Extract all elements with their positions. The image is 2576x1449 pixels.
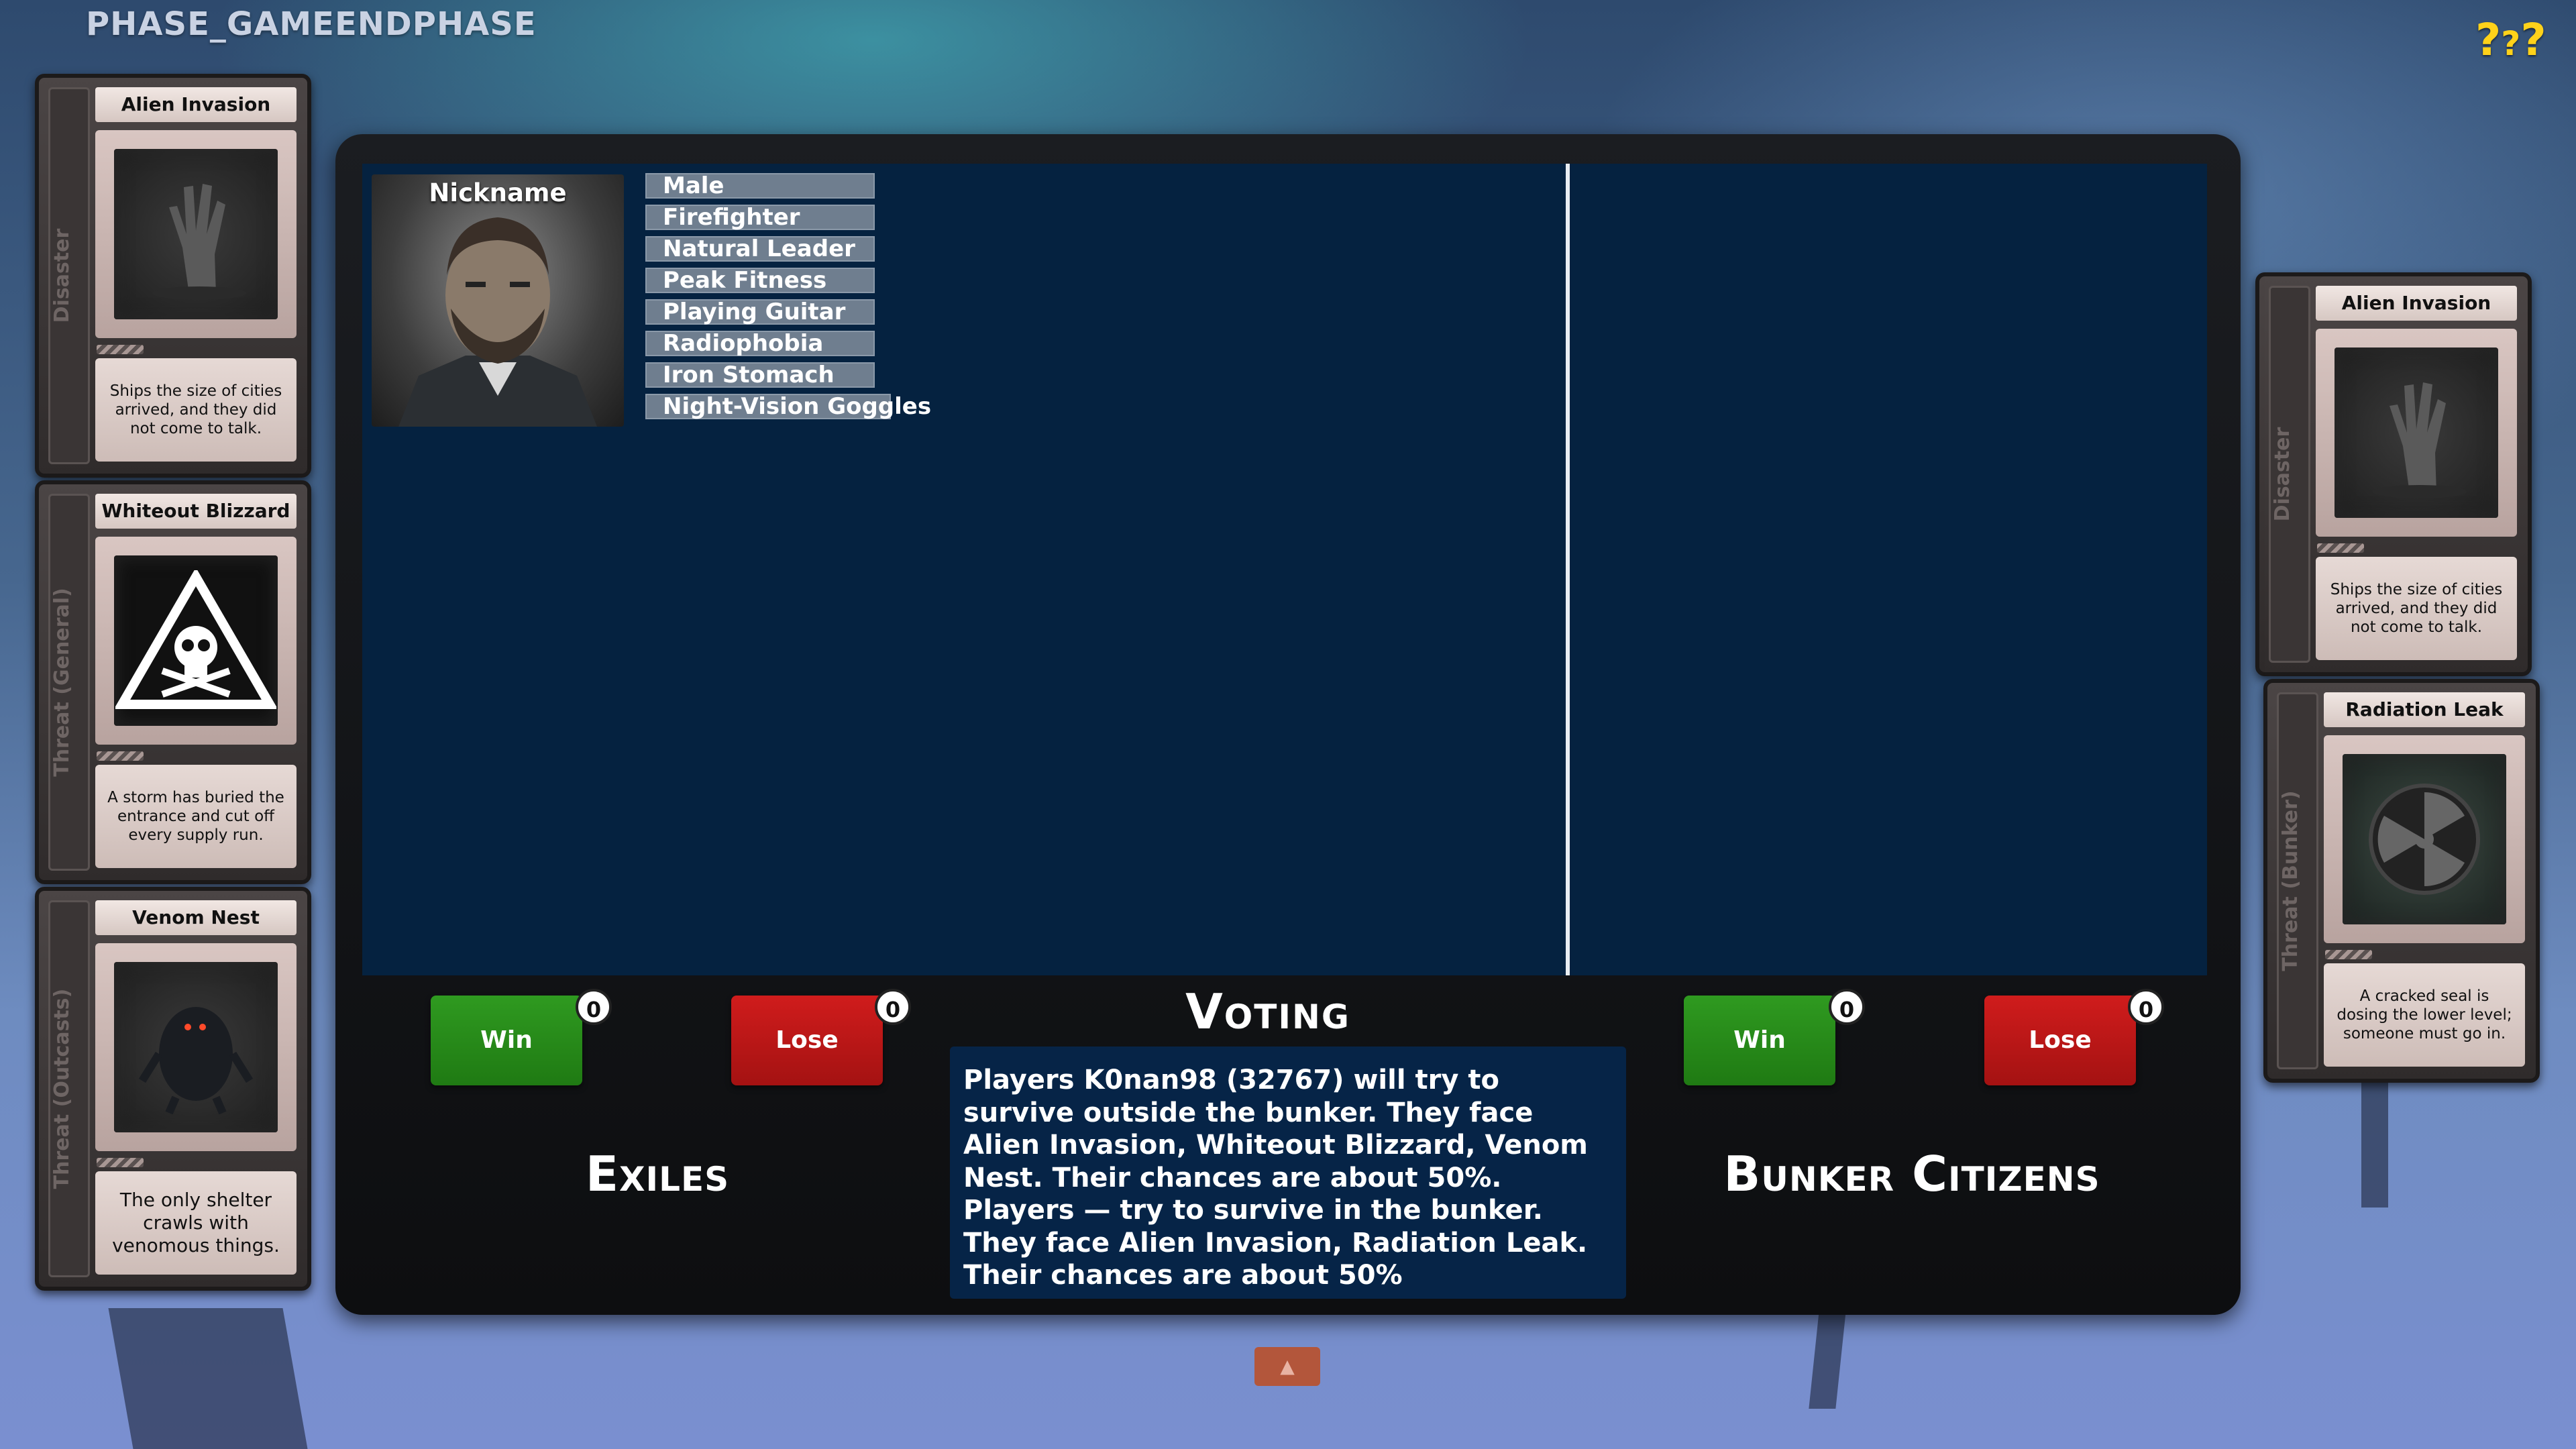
team-divider	[1566, 164, 1570, 975]
card-description: The only shelter crawls with venomous th…	[95, 1171, 297, 1275]
card-spine: Threat (Bunker)	[2277, 692, 2318, 1069]
zombie-hand-icon	[152, 184, 246, 300]
trait-personality: Natural Leader	[645, 236, 875, 262]
trait-item: Night-Vision Goggles	[645, 394, 931, 419]
monster-icon	[138, 1007, 254, 1114]
player-portrait: Nickname	[372, 174, 624, 427]
card-stripe	[97, 751, 144, 761]
background-pillar	[108, 1308, 308, 1449]
voting-summary: Players K0nan98 (32767) will try to surv…	[950, 1046, 1626, 1299]
card-spine: Threat (Outcasts)	[48, 900, 90, 1277]
disaster-card[interactable]: Disaster Alien Invasion Ships the size o…	[35, 74, 311, 478]
card-spine: Disaster	[48, 87, 90, 464]
trait-profession: Firefighter	[645, 205, 875, 230]
bunker-win-button[interactable]: Win	[1684, 996, 1835, 1085]
exiles-label: Exiles	[585, 1146, 730, 1202]
card-title: Alien Invasion	[95, 87, 297, 122]
card-stripe	[97, 1158, 144, 1167]
card-description: A cracked seal is dosing the lower level…	[2324, 963, 2525, 1067]
card-stripe	[97, 345, 144, 354]
expand-toggle-button[interactable]: ▲	[1254, 1347, 1320, 1386]
threat-card[interactable]: Threat (Bunker) Radiation Leak A cracked…	[2263, 679, 2540, 1083]
threat-card[interactable]: Threat (Outcasts) Venom Nest The only sh…	[35, 887, 311, 1291]
card-title: Alien Invasion	[2316, 286, 2517, 321]
card-art	[2324, 735, 2525, 943]
card-stripe	[2325, 950, 2372, 959]
card-art	[95, 130, 297, 338]
card-title: Venom Nest	[95, 900, 297, 935]
player-avatar	[398, 217, 597, 427]
bunker-lose-button[interactable]: Lose	[1984, 996, 2136, 1085]
trait-bonus: Iron Stomach	[645, 362, 875, 388]
exiles-lose-button[interactable]: Lose	[731, 996, 883, 1085]
exiles-lose-count: 0	[875, 989, 911, 1025]
player-card[interactable]: Nickname Male Firefighter Natural Leader…	[368, 170, 931, 428]
bunker-citizens-label: Bunker Citizens	[1723, 1146, 2100, 1202]
card-type-label: Threat (Outcasts)	[50, 988, 74, 1189]
card-art	[95, 943, 297, 1151]
trait-hobby: Playing Guitar	[645, 299, 875, 325]
disaster-card[interactable]: Disaster Alien Invasion Ships the size o…	[2255, 272, 2532, 676]
card-description: A storm has buried the entrance and cut …	[95, 765, 297, 868]
card-spine: Disaster	[2269, 286, 2310, 663]
exiles-win-count: 0	[576, 989, 612, 1025]
exiles-summary: Players K0nan98 (32767) will try to surv…	[963, 1065, 1588, 1193]
card-description: Ships the size of cities arrived, and th…	[95, 358, 297, 462]
card-type-label: Threat (Bunker)	[2279, 790, 2302, 971]
trait-health: Peak Fitness	[645, 268, 875, 293]
skull-warning-icon	[115, 570, 276, 709]
card-type-label: Disaster	[50, 228, 74, 323]
card-art	[95, 537, 297, 745]
zombie-hand-icon	[2373, 382, 2467, 498]
card-title: Radiation Leak	[2324, 692, 2525, 727]
bunker-win-count: 0	[1829, 989, 1865, 1025]
bunker-lose-count: 0	[2128, 989, 2164, 1025]
trait-phobia: Radiophobia	[645, 331, 875, 356]
card-type-label: Threat (General)	[50, 588, 74, 777]
card-title: Whiteout Blizzard	[95, 494, 297, 529]
card-type-label: Disaster	[2271, 427, 2294, 522]
help-icon[interactable]: ???	[2475, 13, 2546, 67]
phase-label: PHASE_GAMEENDPHASE	[86, 5, 537, 43]
radiation-icon	[2369, 784, 2480, 895]
card-stripe	[2317, 543, 2364, 553]
threat-card[interactable]: Threat (General) Whiteout Blizzard A sto…	[35, 480, 311, 884]
voting-title: Voting	[1185, 983, 1350, 1040]
bunker-summary: Players — try to survive in the bunker. …	[963, 1195, 1588, 1291]
card-description: Ships the size of cities arrived, and th…	[2316, 557, 2517, 660]
card-art	[2316, 329, 2517, 537]
player-nickname: Nickname	[429, 178, 567, 207]
trait-gender: Male	[645, 173, 875, 199]
exiles-win-button[interactable]: Win	[431, 996, 582, 1085]
card-spine: Threat (General)	[48, 494, 90, 871]
